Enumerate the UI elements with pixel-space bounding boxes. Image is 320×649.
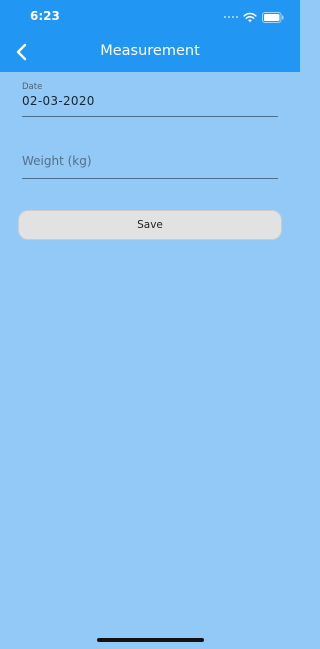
status-bar: 6:23 (0, 0, 300, 34)
date-field[interactable]: Date 02-03-2020 (22, 80, 278, 117)
page-title: Measurement (100, 43, 200, 59)
status-icons (224, 11, 284, 23)
wifi-icon (243, 12, 257, 23)
save-button[interactable]: Save (18, 210, 282, 240)
date-value: 02-03-2020 (22, 94, 95, 108)
weight-input[interactable] (22, 150, 278, 172)
status-time: 6:23 (30, 9, 60, 23)
home-indicator (97, 638, 204, 642)
nav-bar: Measurement (0, 34, 300, 72)
battery-icon (262, 11, 284, 23)
measurement-form: Date 02-03-2020 (22, 80, 278, 179)
weight-field (22, 142, 278, 179)
signal-dots-icon (224, 16, 238, 18)
date-label: Date (22, 82, 43, 92)
app-header: 6:23 Measurement (0, 0, 300, 72)
